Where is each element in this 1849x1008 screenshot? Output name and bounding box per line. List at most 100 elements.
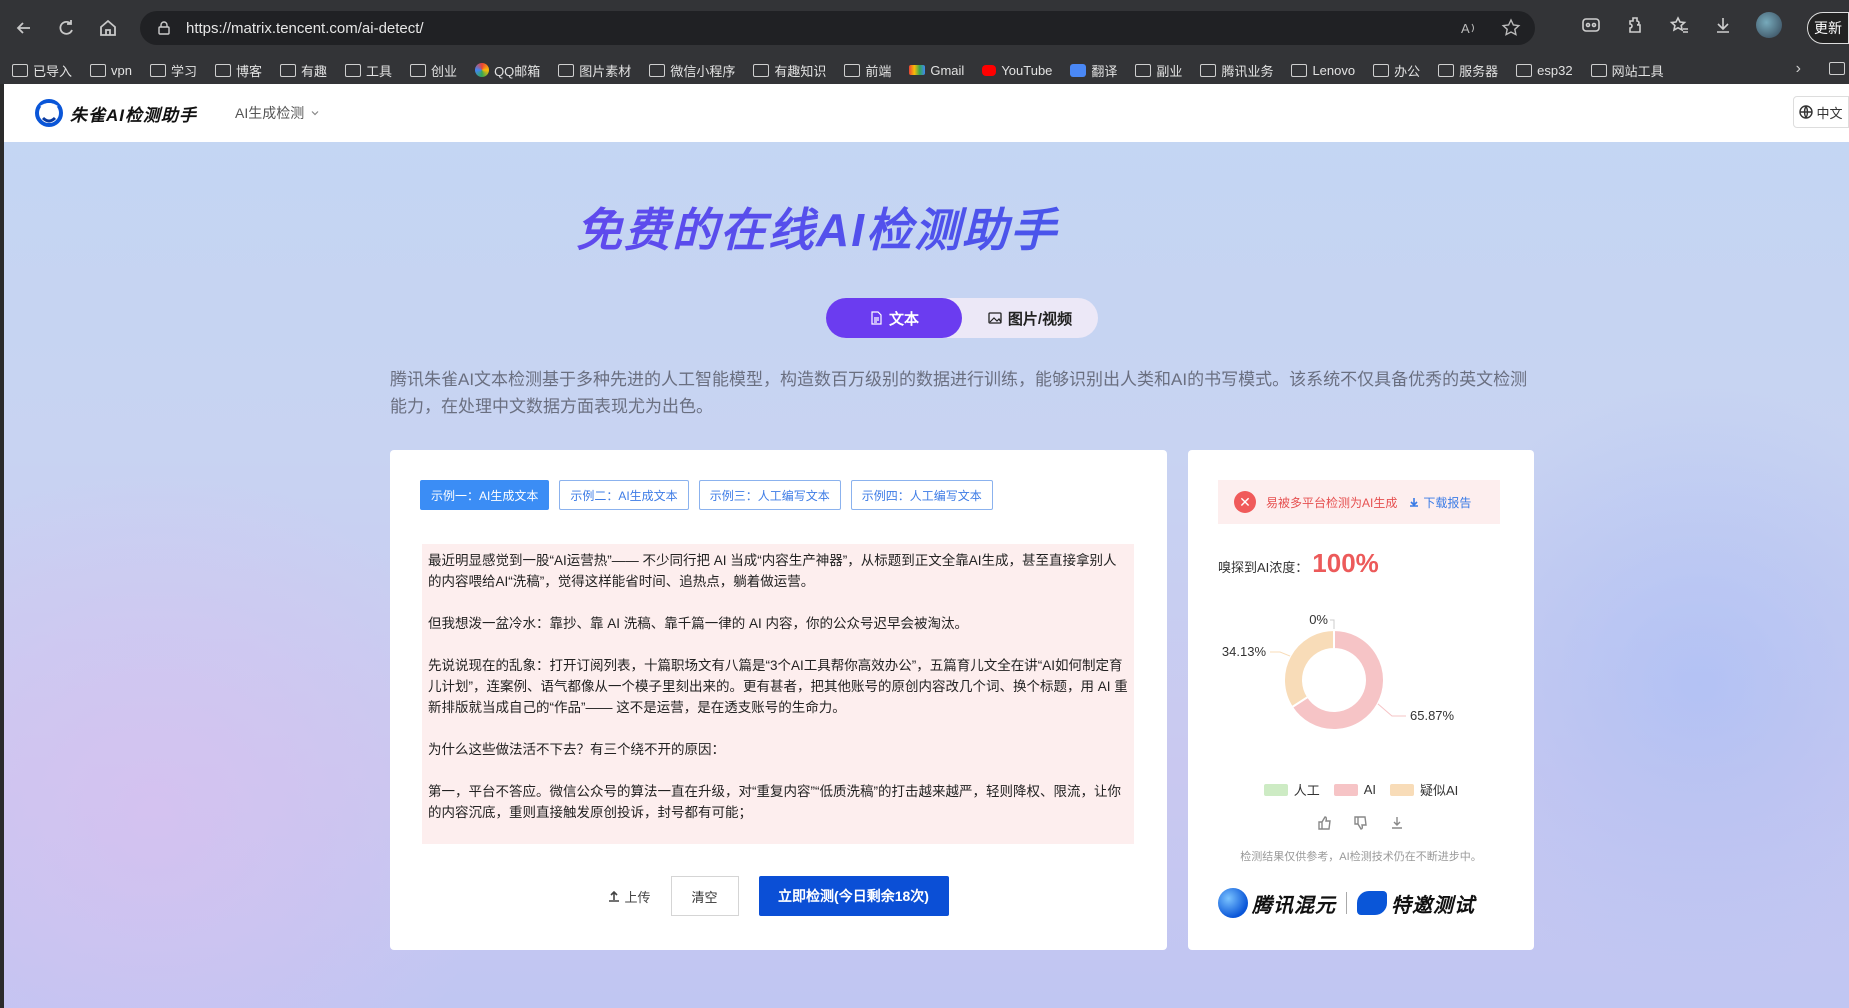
input-card: 示例一：AI生成文本 示例二：AI生成文本 示例三：人工编写文本 示例四：人工编… (390, 450, 1167, 950)
back-arrow-icon (16, 22, 30, 34)
folder-icon (1373, 63, 1390, 77)
page: 朱雀AI检测助手 AI生成检测 中文 免费的在线AI检测助手 文本 图片/视频 … (4, 84, 1849, 1008)
bookmark-folder[interactable]: 学习 (149, 61, 197, 80)
home-icon (100, 19, 116, 36)
reload-button[interactable] (48, 10, 84, 46)
bookmark-folder[interactable]: 博客 (215, 61, 262, 80)
bookmarks-bar: 已导入 vpn 学习 博客 有趣 工具 创业 QQ邮箱 图片素材 微信小程序 有… (0, 56, 1849, 84)
bookmark-folder[interactable]: 服务器 (1438, 61, 1498, 80)
zhuque-logo-icon (35, 99, 63, 127)
other-bookmarks-folder-icon[interactable] (1829, 62, 1845, 75)
thumbs-up-icon[interactable] (1318, 816, 1332, 830)
upload-button[interactable]: 上传 (608, 887, 651, 906)
update-button[interactable]: 更新 (1807, 12, 1849, 44)
nav-ai-detect[interactable]: AI生成检测 (235, 103, 320, 123)
partner-invited-test: 特邀测试 (1391, 894, 1475, 917)
legend-item-ai[interactable]: AI (1333, 780, 1376, 799)
invite-test-logo-icon (1357, 891, 1387, 915)
example-2-button[interactable]: 示例二：AI生成文本 (559, 480, 689, 510)
description: 腾讯朱雀AI文本检测基于多种先进的人工智能模型，构造数百万级别的数据进行训练，能… (390, 370, 1528, 416)
game-icon[interactable] (1580, 14, 1602, 36)
document-icon (871, 311, 882, 325)
text-input-area[interactable]: 最近明显感觉到一股“AI运营热”—— 不少同行把 AI 当成“内容生产神器”，从… (422, 544, 1134, 844)
score-value: 100% (1312, 548, 1379, 578)
qqmail-icon (475, 63, 490, 77)
extensions-icon[interactable] (1624, 14, 1646, 36)
tab-text[interactable]: 文本 (826, 298, 962, 338)
tab-text-label: 文本 (888, 310, 919, 328)
bookmark-folder[interactable]: Lenovo (1291, 63, 1355, 78)
home-button[interactable] (90, 10, 126, 46)
example-1-button[interactable]: 示例一：AI生成文本 (420, 480, 550, 510)
bookmark-folder[interactable]: esp32 (1516, 63, 1573, 78)
bookmark-folder[interactable]: 网站工具 (1590, 61, 1664, 80)
tab-image-video[interactable]: 图片/视频 (962, 298, 1098, 338)
ai-ratio-donut-chart: 0% 65.87% 34.13% (1222, 612, 1455, 731)
folder-icon (1291, 63, 1308, 77)
tab-image-video-label: 图片/视频 (1007, 310, 1073, 328)
favorite-star-icon[interactable] (1501, 18, 1521, 38)
text-paragraph: 最近明显感觉到一股“AI运营热”—— 不少同行把 AI 当成“内容生产神器”，从… (428, 553, 1117, 589)
back-button[interactable] (6, 10, 42, 46)
legend-swatch (1263, 783, 1288, 796)
bookmark-folder[interactable]: 副业 (1135, 61, 1182, 80)
text-paragraph: 先说说现在的乱象：打开订阅列表，十篇职场文有八篇是“3个AI工具帮你高效办公”，… (428, 658, 1128, 715)
folder-icon (558, 63, 575, 77)
image-icon (988, 312, 1002, 324)
bookmark-folder[interactable]: 有趣知识 (753, 61, 826, 80)
profile-avatar[interactable] (1756, 12, 1782, 38)
example-3-button[interactable]: 示例三：人工编写文本 (698, 480, 841, 510)
gmail-icon (909, 65, 926, 75)
bookmark-folder[interactable]: 已导入 (12, 61, 72, 80)
url-text[interactable]: https://matrix.tencent.com/ai-detect/ (186, 20, 424, 37)
download-result-icon[interactable] (1390, 816, 1404, 830)
bookmark-folder[interactable]: 微信小程序 (649, 61, 735, 80)
text-paragraph: 为什么这些做法活不下去？有三个绕不开的原因： (428, 742, 725, 757)
bookmark-folder[interactable]: 前端 (844, 61, 891, 80)
warning-banner: ✕ 易被多平台检测为AI生成 下载报告 (1218, 480, 1500, 524)
folder-icon (1438, 63, 1455, 77)
legend-item-human[interactable]: 人工 (1263, 780, 1320, 799)
bookmark-link[interactable]: Gmail (909, 63, 964, 78)
downloads-icon[interactable] (1712, 14, 1734, 36)
result-card: ✕ 易被多平台检测为AI生成 下载报告 嗅探到AI浓度： 100% 0% 65.8… (1188, 450, 1534, 950)
language-label: 中文 (1816, 105, 1843, 121)
folder-icon (1200, 63, 1217, 77)
bookmark-link[interactable]: 翻译 (1070, 61, 1117, 80)
thumbs-down-icon[interactable] (1354, 816, 1368, 830)
example-buttons: 示例一：AI生成文本 示例二：AI生成文本 示例三：人工编写文本 示例四：人工编… (420, 480, 993, 510)
chevron-down-icon (311, 111, 319, 116)
score-label: 嗅探到AI浓度： (1218, 560, 1309, 575)
favorites-icon[interactable] (1668, 14, 1690, 36)
bookmark-folder[interactable]: 工具 (345, 61, 392, 80)
detect-button[interactable]: 立即检测(今日剩余18次) (758, 876, 949, 916)
bookmarks-more-chevron-icon[interactable]: › (1796, 60, 1801, 78)
bookmark-folder[interactable]: vpn (90, 63, 132, 78)
partner-hunyuan: 腾讯混元 (1252, 894, 1336, 917)
bookmark-folder[interactable]: 办公 (1373, 61, 1420, 80)
download-report-link[interactable]: 下载报告 (1409, 494, 1471, 511)
legend-swatch (1333, 783, 1358, 796)
folder-icon (410, 63, 427, 77)
site-logo[interactable]: 朱雀AI检测助手 (34, 98, 197, 128)
donut-leader-line-0 (1330, 619, 1335, 630)
upload-label: 上传 (624, 889, 651, 905)
bookmark-link[interactable]: QQ邮箱 (475, 61, 540, 80)
clear-button[interactable]: 清空 (670, 876, 739, 916)
donut-slice-2[interactable] (1283, 628, 1335, 709)
bookmark-folder[interactable]: 创业 (410, 61, 457, 80)
bookmark-folder[interactable]: 腾讯业务 (1200, 61, 1273, 80)
language-switch[interactable]: 中文 (1793, 96, 1849, 128)
warning-text: 易被多平台检测为AI生成 (1266, 495, 1398, 510)
legend-item-suspected-ai[interactable]: 疑似AI (1390, 780, 1458, 799)
partner-divider (1346, 892, 1347, 914)
example-4-button[interactable]: 示例四：人工编写文本 (850, 480, 993, 510)
address-bar[interactable]: https://matrix.tencent.com/ai-detect/ A (140, 11, 1535, 45)
folder-icon (753, 63, 770, 77)
bookmark-folder[interactable]: 有趣 (280, 61, 327, 80)
donut-label-1: 65.87% (1410, 708, 1455, 723)
read-aloud-icon[interactable]: A (1459, 18, 1479, 38)
bookmark-link[interactable]: YouTube (982, 63, 1052, 78)
nav-ai-detect-label: AI生成检测 (235, 105, 305, 121)
bookmark-folder[interactable]: 图片素材 (558, 61, 631, 80)
